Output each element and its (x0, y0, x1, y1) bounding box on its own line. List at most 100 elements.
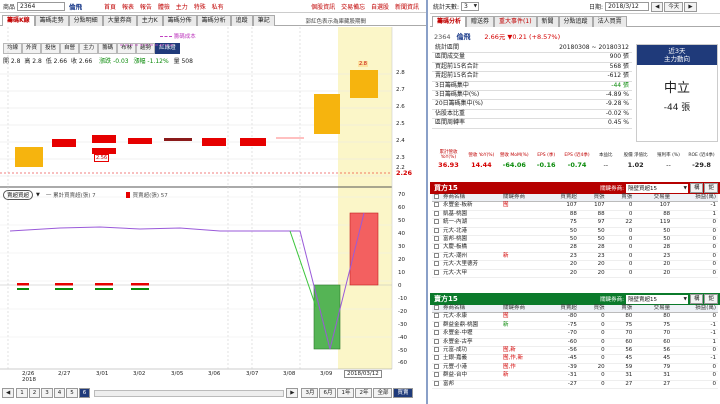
row-checkbox[interactable] (434, 347, 439, 353)
table-row[interactable]: 永豐金-中壢 -70 0 70 70 -1 (432, 329, 718, 339)
table-row[interactable]: 富邦-桃園 50 50 0 50 0 (432, 235, 718, 245)
row-checkbox[interactable] (434, 236, 439, 242)
page-button[interactable]: 4 (53, 388, 66, 398)
scroll-left-button[interactable]: ◀ (2, 388, 15, 398)
tab-chip-analysis[interactable]: 籌碼分析 (432, 16, 467, 27)
tab-branch-track[interactable]: 分點追蹤 (558, 16, 593, 27)
range-1y[interactable]: 1年 (337, 388, 355, 398)
tab-major-events[interactable]: 重大事件(1) (494, 16, 537, 27)
table-row[interactable]: 大慶-板橋 28 28 0 28 0 (432, 243, 718, 253)
stock-code-input[interactable]: 2364 (17, 1, 66, 11)
tab-big-broker[interactable]: 大量券商 (102, 15, 137, 26)
row-checkbox[interactable] (434, 219, 439, 225)
range-3m[interactable]: 3月 (301, 388, 319, 398)
table-row[interactable]: 永豐金-板新囿 107 107 0 107 -1 (432, 201, 718, 211)
page-button[interactable]: 3 (41, 388, 53, 398)
sell15-title: 賣方15 (434, 295, 458, 303)
row-checkbox[interactable] (434, 202, 439, 208)
date-input[interactable]: 2018/3/12 (605, 2, 650, 11)
table-row[interactable]: 統一-內湖 75 97 22 119 0 (432, 218, 718, 228)
top-link-main[interactable]: 主力 (176, 4, 188, 11)
top-link-special[interactable]: 特殊 (194, 4, 206, 11)
top-link-check[interactable]: 體檢 (158, 4, 170, 11)
page-button[interactable]: 5 (66, 388, 78, 398)
range-6m[interactable]: 6月 (319, 388, 337, 398)
row-checkbox[interactable] (434, 355, 439, 361)
chevron-down-icon[interactable]: ▼ (36, 192, 40, 198)
right-link-memo[interactable]: 交易備忘 (341, 4, 365, 11)
row-checkbox[interactable] (434, 330, 439, 336)
table-row[interactable]: 元富-成功 囿,新 -56 0 56 56 0 (432, 346, 718, 356)
range-trade[interactable]: 買賣 (393, 388, 413, 398)
sell15-button-b[interactable]: 鉅 (704, 294, 718, 304)
buy15-button-a[interactable]: 構 (689, 183, 704, 193)
row-checkbox[interactable] (434, 252, 439, 258)
row-checkbox[interactable] (434, 210, 439, 216)
table-row[interactable]: 群益金鼎-桃園新 -75 0 75 75 -1 (432, 321, 718, 331)
page-button[interactable]: 2 (28, 388, 41, 398)
right-link-news[interactable]: 新聞資訊 (395, 4, 419, 11)
row-checkbox[interactable] (434, 380, 439, 386)
table-row[interactable]: 土銀-嘉義 囿,作,新 -45 0 45 45 -1 (432, 354, 718, 364)
row-checkbox[interactable] (434, 244, 439, 250)
tab-inst-trade[interactable]: 法人買賣 (592, 16, 627, 27)
page-button[interactable]: 1 (16, 388, 28, 398)
lower-indicator-select[interactable]: 賣超買超 (3, 190, 34, 200)
table-row[interactable]: 富邦 -27 0 27 27 0 (432, 380, 718, 390)
right-link-watch[interactable]: 自選股 (371, 4, 389, 11)
table-row[interactable]: 元豐-小港 囿,作 -39 20 59 79 0 (432, 363, 718, 373)
buy15-filter-select[interactable]: 隔壁買超15 ▼ (625, 183, 688, 193)
top-link-home[interactable]: 首頁 (104, 4, 116, 11)
summary-row: 統計區間 20180308 ~ 20180312 (432, 44, 632, 54)
right-link-info[interactable]: 個股資訊 (311, 4, 335, 11)
sell15-button-a[interactable]: 構 (689, 294, 704, 304)
table-row[interactable]: 元大-大里德芳 20 20 0 20 0 (432, 260, 718, 270)
horizontal-scrollbar[interactable] (94, 389, 285, 397)
tab-notes[interactable]: 筆記 (252, 15, 275, 26)
top-link-report[interactable]: 報表 (122, 4, 134, 11)
buy15-title: 買方15 (434, 184, 458, 192)
today-button[interactable]: 今天 (664, 1, 684, 12)
table-row[interactable]: 永豐金-古亭 -60 0 60 60 1 (432, 338, 718, 348)
lower-tick: 20 (398, 257, 405, 263)
table-row[interactable]: 元大-潮州新 23 23 0 23 0 (432, 252, 718, 262)
row-checkbox[interactable] (434, 261, 439, 267)
tab-chip-kline[interactable]: 籌碼K線 (2, 15, 35, 26)
table-row[interactable]: 元大-大甲 20 20 0 20 0 (432, 269, 718, 279)
select-all-checkbox[interactable] (434, 194, 439, 199)
top-link-private[interactable]: 私有 (212, 4, 224, 11)
row-checkbox[interactable] (434, 269, 439, 275)
row-checkbox[interactable] (434, 372, 439, 378)
chevron-down-icon: ▼ (683, 185, 687, 191)
buy15-button-b[interactable]: 鉅 (704, 183, 718, 193)
row-checkbox[interactable] (434, 313, 439, 319)
tab-gift[interactable]: 贈送券 (466, 16, 495, 27)
table-row[interactable]: 元大-北港 50 50 0 50 0 (432, 227, 718, 237)
row-checkbox[interactable] (434, 227, 439, 233)
tab-note: 郭紅色表示為庫藏股期間 (305, 19, 366, 25)
scroll-right-button[interactable]: ▶ (286, 388, 299, 398)
top-link-research[interactable]: 報告 (140, 4, 152, 11)
tab-chip-dist[interactable]: 籌碼分佈 (162, 15, 197, 26)
row-checkbox[interactable] (434, 363, 439, 369)
tab-chip-trend[interactable]: 籌碼走勢 (34, 15, 69, 26)
range-2y[interactable]: 2年 (355, 388, 373, 398)
sell15-filter-select[interactable]: 隔壁賣超15 ▼ (625, 294, 688, 304)
select-all-checkbox[interactable] (434, 305, 439, 310)
row-checkbox[interactable] (434, 338, 439, 344)
tab-news[interactable]: 新聞 (536, 16, 559, 27)
stat-days-select[interactable]: 3 ▼ (461, 2, 480, 11)
range-all[interactable]: 全部 (373, 388, 393, 398)
tab-chip-analysis[interactable]: 籌碼分析 (196, 15, 231, 26)
tab-track[interactable]: 追蹤 (230, 15, 253, 26)
row-checkbox[interactable] (434, 321, 439, 327)
page-button-selected[interactable]: 6 (78, 388, 91, 398)
calendar-prev-button[interactable]: ◀ (651, 1, 664, 12)
tab-main-k[interactable]: 主力K (136, 15, 163, 26)
table-row[interactable]: 群益-台中新 -31 0 31 31 0 (432, 371, 718, 381)
calendar-next-button[interactable]: ▶ (684, 1, 697, 12)
chart-area: 均線 外資 投信 自營 主力 籌碼 布林 趨勢 紅綠燈 籌碼成本 開 2.8 高 2.8 低 2… (0, 27, 426, 383)
tab-branch-detail[interactable]: 分點明細 (68, 15, 103, 26)
table-row[interactable]: 凱基-桃園 88 88 0 88 1 (432, 210, 718, 220)
table-row[interactable]: 元大-永康囿 -80 0 80 80 0 (432, 312, 718, 322)
